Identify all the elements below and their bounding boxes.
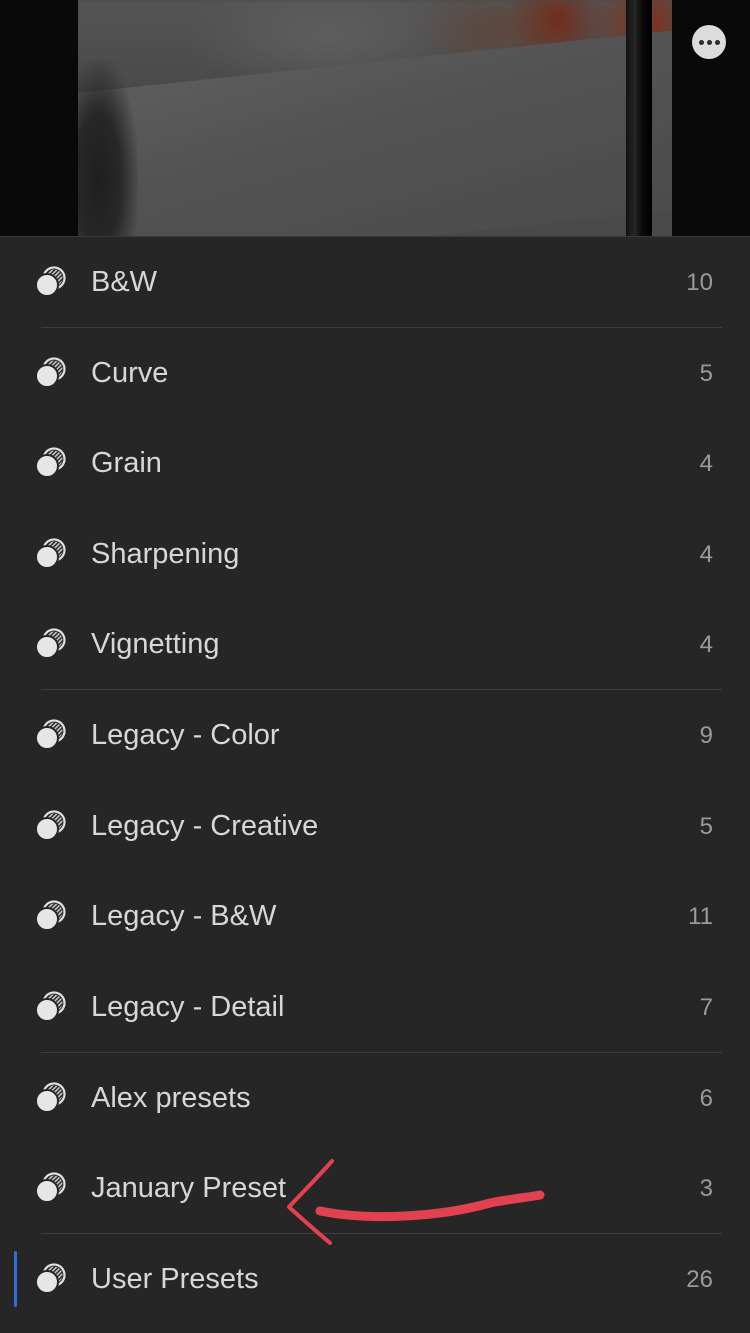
preset-row-legacy-creative[interactable]: Legacy - Creative 5 xyxy=(0,781,750,871)
preset-label: January Preset xyxy=(91,1172,287,1204)
more-dot xyxy=(706,39,712,45)
preset-label: B&W xyxy=(91,266,158,298)
preset-count: 26 xyxy=(686,1266,713,1293)
preset-count: 3 xyxy=(699,1175,713,1202)
preset-group-icon xyxy=(34,628,68,660)
preset-label: Legacy - Detail xyxy=(91,991,285,1023)
preset-group-icon xyxy=(34,357,68,389)
preset-count: 4 xyxy=(699,541,713,568)
preset-group-icon xyxy=(34,991,68,1023)
more-horizontal-icon xyxy=(698,39,704,45)
preset-row-curve[interactable]: Curve 5 xyxy=(0,328,750,418)
preset-count: 6 xyxy=(699,1085,713,1112)
preset-count: 5 xyxy=(699,360,713,387)
preset-row-grain[interactable]: Grain 4 xyxy=(0,418,750,508)
preset-row-legacy-detail[interactable]: Legacy - Detail 7 xyxy=(0,962,750,1052)
preset-count: 5 xyxy=(699,813,713,840)
photo-preview xyxy=(0,0,750,236)
preset-row-legacy-bw[interactable]: Legacy - B&W 11 xyxy=(0,871,750,961)
preset-label: Vignetting xyxy=(91,628,220,660)
preset-count: 7 xyxy=(699,994,713,1021)
preset-label: User Presets xyxy=(91,1263,259,1295)
preset-group-icon xyxy=(34,266,68,298)
preset-group-icon xyxy=(34,900,68,932)
preset-row-alex-presets[interactable]: Alex presets 6 xyxy=(0,1053,750,1143)
preset-row-bw[interactable]: B&W 10 xyxy=(0,237,750,327)
preset-group-icon xyxy=(34,538,68,570)
more-options-button[interactable] xyxy=(692,25,726,59)
more-dot xyxy=(714,39,720,45)
preset-label: Curve xyxy=(91,357,169,389)
preset-label: Alex presets xyxy=(91,1082,251,1114)
preset-group-icon xyxy=(34,1172,68,1204)
preset-count: 10 xyxy=(686,269,713,296)
preset-label: Grain xyxy=(91,447,162,479)
preset-count: 11 xyxy=(688,903,713,930)
preset-groups-panel: B&W 10 Curve 5 Grain 4 Sharpening 4 Vign… xyxy=(0,236,750,1333)
preview-dim-overlay xyxy=(0,0,750,236)
preset-row-vignetting[interactable]: Vignetting 4 xyxy=(0,599,750,689)
preset-row-user-presets[interactable]: User Presets 26 xyxy=(0,1234,750,1324)
preset-group-icon xyxy=(34,447,68,479)
preset-label: Legacy - Color xyxy=(91,719,280,751)
preset-group-icon xyxy=(34,719,68,751)
preset-row-january-preset[interactable]: January Preset 3 xyxy=(0,1143,750,1233)
preset-count: 9 xyxy=(699,722,713,749)
preset-count: 4 xyxy=(699,631,713,658)
preset-label: Legacy - Creative xyxy=(91,810,319,842)
preset-group-icon xyxy=(34,810,68,842)
preset-group-icon xyxy=(34,1082,68,1114)
preset-count: 4 xyxy=(699,450,713,477)
preset-row-sharpening[interactable]: Sharpening 4 xyxy=(0,509,750,599)
preset-label: Sharpening xyxy=(91,538,240,570)
preset-row-legacy-color[interactable]: Legacy - Color 9 xyxy=(0,690,750,780)
preset-group-icon xyxy=(34,1263,68,1295)
preset-label: Legacy - B&W xyxy=(91,900,277,932)
